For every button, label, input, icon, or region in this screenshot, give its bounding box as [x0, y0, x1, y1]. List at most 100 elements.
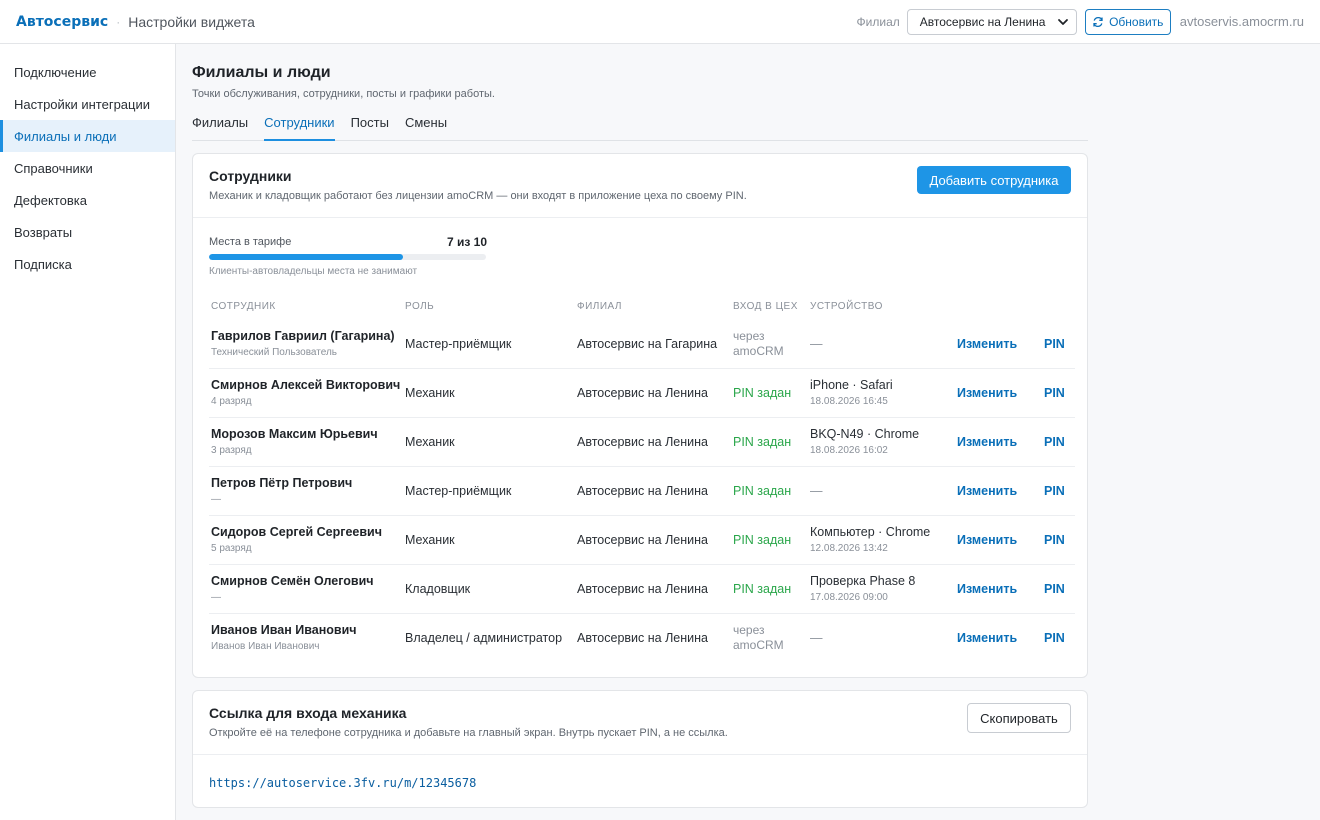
employee-role: Кладовщик [405, 582, 471, 596]
employee-name: Морозов Максим Юрьевич [211, 427, 378, 441]
table-row: Смирнов Семён Олегович — Кладовщик Автосерв… [209, 565, 1075, 614]
mechanic-link-header: Ссылка для входа механика Откройте её на… [193, 691, 1087, 755]
employee-subtitle: 4 разряд [211, 396, 252, 407]
table-row: Иванов Иван Иванович Иванов Иван Иванович… [209, 614, 1075, 663]
edit-employee-link[interactable]: Изменить [957, 533, 1017, 547]
column-header-employee: СОТРУДНИК [211, 301, 276, 312]
employee-branch: Автосервис на Ленина [577, 533, 708, 547]
employee-role: Механик [405, 435, 455, 449]
sidebar-item-branches-people[interactable]: Филиалы и люди [0, 120, 175, 152]
employee-name: Сидоров Сергей Сергеевич [211, 525, 382, 539]
pin-employee-link[interactable]: PIN [1044, 533, 1065, 547]
edit-employee-link[interactable]: Изменить [957, 386, 1017, 400]
employee-role: Владелец / администратор [405, 631, 563, 645]
employee-login-status: PIN задан [733, 484, 792, 498]
employee-login-status: через amoCRM [733, 623, 784, 652]
column-header-device: УСТРОЙСТВО [810, 301, 883, 312]
mechanic-link-card: Ссылка для входа механика Откройте её на… [192, 690, 1088, 808]
pin-employee-link[interactable]: PIN [1044, 631, 1065, 645]
employee-branch: Автосервис на Ленина [577, 582, 708, 596]
mechanic-link-url[interactable]: https://autoservice.3fv.ru/m/12345678 [209, 776, 476, 790]
employees-table-body: Гаврилов Гавриил (Гагарина) Технический П… [209, 320, 1075, 663]
copy-link-button[interactable]: Скопировать [967, 703, 1071, 733]
quota-note: Клиенты-автовладельцы места не занимают [209, 266, 418, 277]
table-row: Морозов Максим Юрьевич 3 разряд Механик Авт… [209, 418, 1075, 467]
column-header-branch: ФИЛИАЛ [577, 301, 622, 312]
table-row: Смирнов Алексей Викторович 4 разряд Механи… [209, 369, 1075, 418]
employee-name: Иванов Иван Иванович [211, 623, 357, 637]
sidebar: Подключение Настройки интеграции Филиалы… [0, 44, 176, 820]
employee-subtitle: — [211, 592, 221, 603]
pin-employee-link[interactable]: PIN [1044, 386, 1065, 400]
sidebar-item-integration-settings[interactable]: Настройки интеграции [0, 88, 175, 120]
refresh-button[interactable]: Обновить [1084, 8, 1171, 35]
employees-card-header: Сотрудники Механик и кладовщик работают … [193, 154, 1087, 218]
sidebar-item-label: Возвраты [14, 224, 73, 240]
employee-branch: Автосервис на Ленина [577, 631, 708, 645]
brand-logo[interactable]: Автосервис [16, 14, 108, 30]
refresh-button-label: Обновить [1109, 14, 1164, 29]
employee-device: — [810, 337, 823, 351]
employee-branch: Автосервис на Ленина [577, 484, 708, 498]
employee-login-status: через amoCRM [733, 329, 784, 358]
employee-login-status: PIN задан [733, 533, 792, 547]
employee-device: — [810, 484, 823, 498]
tab-shifts[interactable]: Смены [405, 112, 447, 141]
sidebar-item-returns[interactable]: Возвраты [0, 216, 175, 248]
employee-device: Проверка Phase 8 [810, 574, 916, 588]
sidebar-item-label: Филиалы и люди [14, 128, 117, 144]
edit-employee-link[interactable]: Изменить [957, 631, 1017, 645]
edit-employee-link[interactable]: Изменить [957, 435, 1017, 449]
pin-employee-link[interactable]: PIN [1044, 582, 1065, 596]
employees-title: Сотрудники [209, 168, 292, 184]
employee-role: Мастер-приёмщик [405, 484, 512, 498]
tab-bar: Филиалы Сотрудники Посты Смены [192, 112, 1088, 141]
tab-employees[interactable]: Сотрудники [264, 112, 335, 141]
edit-employee-link[interactable]: Изменить [957, 582, 1017, 596]
employee-login-status: PIN задан [733, 435, 792, 449]
sidebar-item-label: Дефектовка [14, 192, 87, 208]
employees-card: Сотрудники Механик и кладовщик работают … [192, 153, 1088, 678]
tab-branches[interactable]: Филиалы [192, 112, 248, 141]
edit-employee-link[interactable]: Изменить [957, 337, 1017, 351]
refresh-icon [1093, 16, 1103, 27]
table-row: Петров Пётр Петрович — Мастер-приёмщик Авто… [209, 467, 1075, 516]
chevron-down-icon [1057, 18, 1068, 25]
table-row: Гаврилов Гавриил (Гагарина) Технический П… [209, 320, 1075, 369]
tab-posts[interactable]: Посты [351, 112, 389, 141]
sidebar-item-label: Справочники [14, 160, 93, 176]
sidebar-item-connection[interactable]: Подключение [0, 56, 175, 88]
employee-subtitle: 5 разряд [211, 543, 252, 554]
employee-role: Механик [405, 386, 455, 400]
branch-select[interactable]: Автосервис на Ленина [906, 8, 1077, 35]
sidebar-item-label: Настройки интеграции [14, 96, 151, 112]
add-employee-button[interactable]: Добавить сотрудника [917, 166, 1071, 194]
employee-name: Смирнов Алексей Викторович [211, 378, 401, 392]
page-subtitle: Точки обслуживания, сотрудники, посты и … [192, 88, 495, 100]
pin-employee-link[interactable]: PIN [1044, 435, 1065, 449]
column-header-role: РОЛЬ [405, 301, 435, 312]
employee-branch: Автосервис на Ленина [577, 435, 708, 449]
sidebar-item-defects[interactable]: Дефектовка [0, 184, 175, 216]
header-controls: Филиал Автосервис на Ленина Обновить avt… [856, 8, 1304, 35]
column-header-login: ВХОД В ЦЕХ [733, 301, 798, 312]
branch-select-value: Автосервис на Ленина [919, 14, 1046, 29]
sidebar-item-directories[interactable]: Справочники [0, 152, 175, 184]
edit-employee-link[interactable]: Изменить [957, 484, 1017, 498]
table-header: СОТРУДНИК РОЛЬ ФИЛИАЛ ВХОД В ЦЕХ УСТРОЙС… [209, 301, 1075, 315]
employee-name: Смирнов Семён Олегович [211, 574, 374, 588]
branch-label: Филиал [856, 14, 900, 29]
employee-device-time: 18.08.2026 16:02 [810, 445, 888, 456]
employee-device-time: 12.08.2026 13:42 [810, 543, 888, 554]
employees-description: Механик и кладовщик работают без лицензи… [209, 190, 747, 202]
quota-progress-bar [209, 254, 486, 260]
pin-employee-link[interactable]: PIN [1044, 337, 1065, 351]
employee-login-status: PIN задан [733, 582, 792, 596]
pin-employee-link[interactable]: PIN [1044, 484, 1065, 498]
employee-branch: Автосервис на Гагарина [577, 337, 718, 351]
table-row: Сидоров Сергей Сергеевич 5 разряд Механик А… [209, 516, 1075, 565]
quota-label: Места в тарифе [209, 236, 292, 248]
header-separator: · [116, 14, 121, 29]
sidebar-item-subscription[interactable]: Подписка [0, 248, 175, 280]
employee-subtitle: — [211, 494, 221, 505]
